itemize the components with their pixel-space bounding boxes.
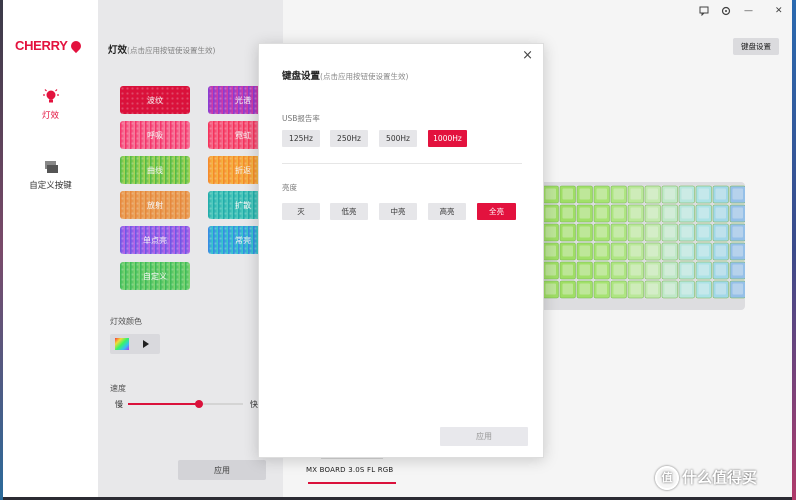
brightness-off-button[interactable]: 灭 [282, 203, 320, 220]
app-window: CHERRY 灯效 自定义按键 灯效(点击应用按钮使设置生效) 波纹 光谱 呼吸… [3, 0, 792, 497]
dialog-title: 键盘设置(点击应用按钮使设置生效) [282, 68, 408, 82]
keyboard-settings-dialog: × 键盘设置(点击应用按钮使设置生效) USB报告率 125Hz 250Hz 5… [258, 43, 544, 458]
dialog-divider [282, 163, 522, 164]
brightness-mid-button[interactable]: 中亮 [379, 203, 417, 220]
desktop-edge-right [792, 0, 796, 500]
usb-rate-500-button[interactable]: 500Hz [379, 130, 417, 147]
sidebar-item-lighting[interactable]: 灯效 [3, 88, 98, 121]
dialog-title-text: 键盘设置 [282, 71, 321, 82]
watermark-text: 什么值得买 [682, 468, 758, 487]
keys-icon [44, 161, 58, 173]
watermark: 值什么值得买 [655, 466, 757, 490]
sidebar-item-custom-keys[interactable]: 自定义按键 [3, 160, 98, 191]
brightness-label: 亮度 [282, 183, 297, 192]
brightness-high-button[interactable]: 高亮 [428, 203, 466, 220]
close-icon[interactable]: × [522, 48, 533, 63]
sidebar-item-label: 自定义按键 [29, 181, 72, 191]
dialog-hint: (点击应用按钮使设置生效) [320, 72, 409, 81]
brightness-low-button[interactable]: 低亮 [330, 203, 368, 220]
sidebar-nav: CHERRY 灯效 自定义按键 [3, 0, 98, 497]
sidebar-item-label: 灯效 [41, 111, 59, 121]
usb-rate-125-button[interactable]: 125Hz [282, 130, 320, 147]
usb-rate-250-button[interactable]: 250Hz [330, 130, 368, 147]
usb-rate-1000-button[interactable]: 1000Hz [428, 130, 467, 147]
brand-name: CHERRY [15, 38, 68, 53]
brightness-full-button[interactable]: 全亮 [477, 203, 516, 220]
watermark-symbol: 值 [655, 466, 679, 490]
dialog-apply-button[interactable]: 应用 [440, 427, 528, 446]
usb-rate-label: USB报告率 [282, 114, 320, 123]
lightbulb-icon [42, 89, 59, 103]
brand-logo: CHERRY [15, 38, 83, 54]
cherry-logo-icon [68, 38, 83, 54]
